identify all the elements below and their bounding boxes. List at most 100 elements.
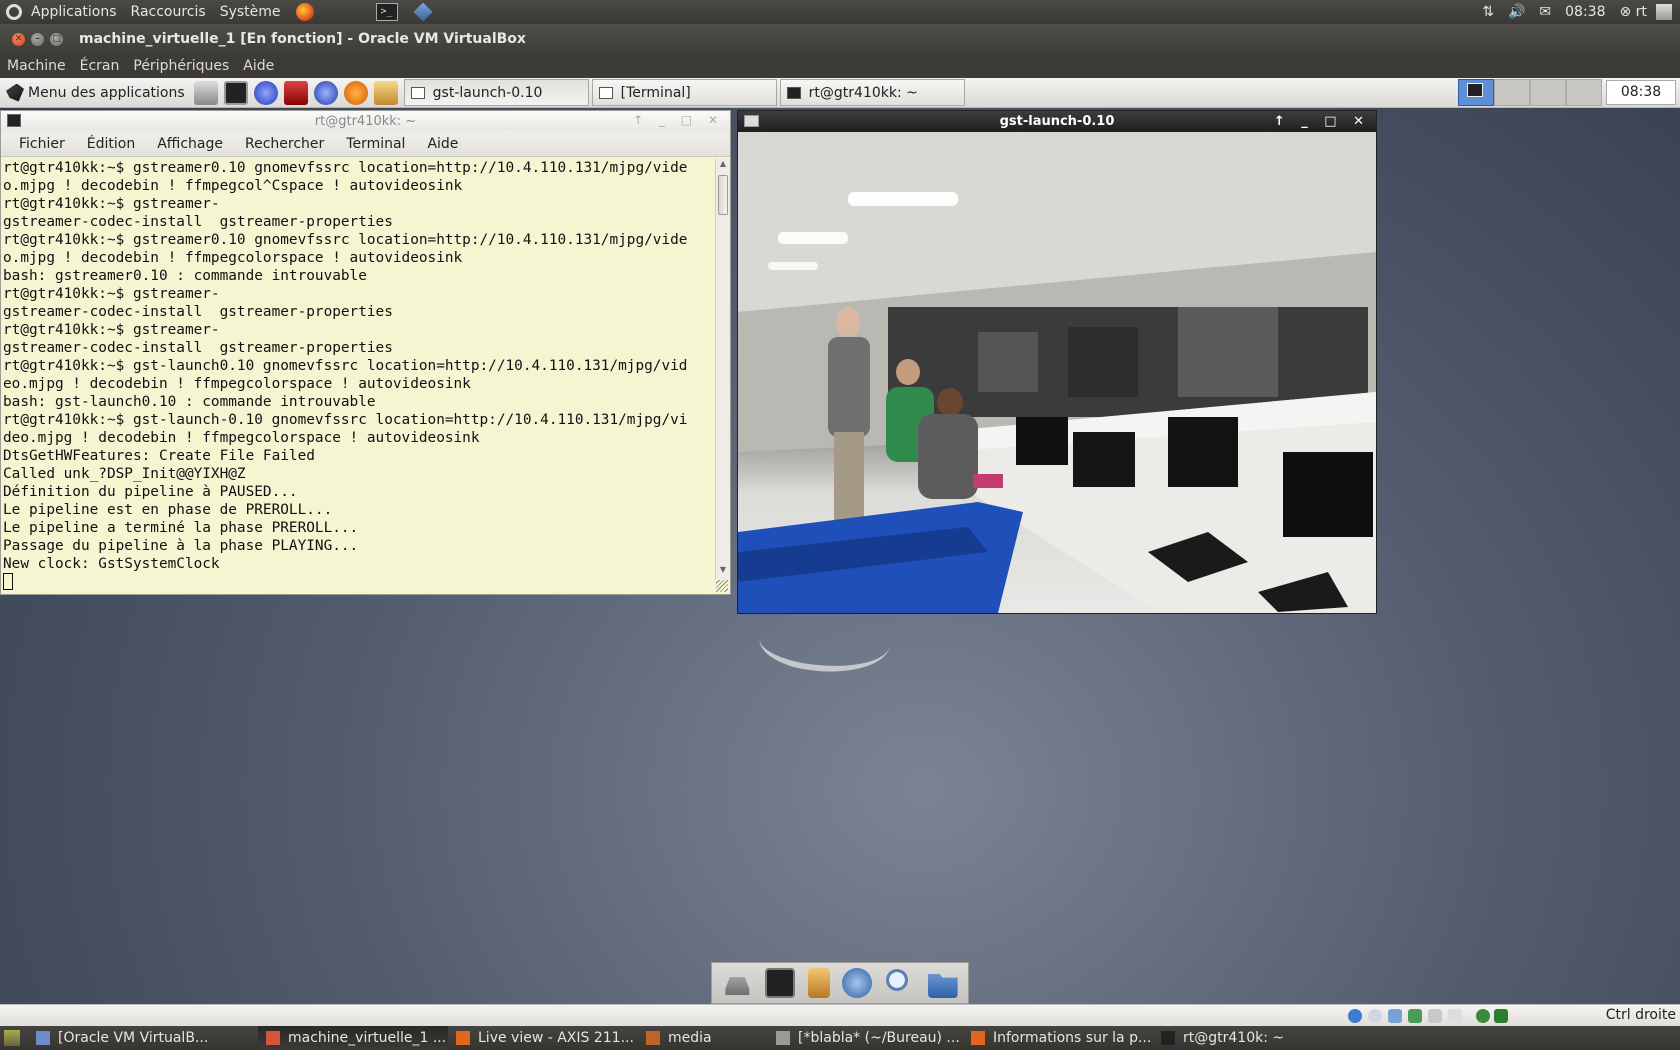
optical-drive-icon[interactable] [1368, 1009, 1382, 1023]
logout-launcher-icon[interactable] [193, 80, 218, 105]
terminal-line: rt@gtr410kk:~$ gst-launch0.10 gnomevfssr… [3, 358, 688, 374]
web-launcher-icon[interactable] [313, 80, 338, 105]
workspace-4[interactable] [1566, 79, 1602, 106]
terminal-menu-terminal[interactable]: Terminal [335, 136, 416, 152]
host-task-item[interactable]: rt@gtr410k: ~ [1153, 1026, 1323, 1050]
vbox-menu-ecran[interactable]: Écran [73, 58, 127, 74]
host-task-item[interactable]: Live view - AXIS 211... [448, 1026, 638, 1050]
host-task-label: machine_virtuelle_1 ... [288, 1030, 447, 1046]
terminal-line: rt@gtr410kk:~$ gst-launch-0.10 gnomevfss… [3, 412, 688, 428]
network-icon[interactable]: ⇅ [1482, 4, 1494, 20]
terminal-line: Le pipeline a terminé la phase PREROLL..… [3, 520, 359, 536]
window-controls[interactable]: ↑ _ □ ✕ [1274, 111, 1370, 132]
terminal-line: Passage du pipeline à la phase PLAYING..… [3, 538, 359, 554]
terminal-menu-rechercher[interactable]: Rechercher [234, 136, 335, 152]
host-task-item[interactable]: [Oracle VM VirtualB... [28, 1026, 258, 1050]
firefox-icon [456, 1031, 470, 1045]
terminal-menubar: Fichier Édition Affichage Rechercher Ter… [1, 131, 730, 157]
vbox-status-bar: Ctrl droite [0, 1004, 1680, 1026]
terminal-title: rt@gtr410kk: ~ [314, 113, 417, 129]
web-browser-icon[interactable] [842, 968, 873, 998]
terminal-menu-aide[interactable]: Aide [416, 136, 469, 152]
terminal-menu-fichier[interactable]: Fichier [1, 136, 76, 152]
terminal-scrollbar[interactable]: ▲ ▼ [715, 159, 730, 579]
folder-icon[interactable] [927, 974, 958, 998]
vbox-menu-aide[interactable]: Aide [236, 58, 281, 74]
host-task-label: Live view - AXIS 211... [478, 1030, 634, 1046]
terminal-line: o.mjpg ! decodebin ! ffmpegcolorspace ! … [3, 250, 463, 266]
app-launcher-icon[interactable] [283, 80, 308, 105]
terminal-launcher-icon[interactable] [223, 80, 248, 105]
gst-titlebar[interactable]: gst-launch-0.10 ↑ _ □ ✕ [738, 111, 1376, 132]
volume-icon[interactable]: 🔊 [1508, 4, 1525, 20]
terminal-line: bash: gst-launch0.10 : commande introuva… [3, 394, 376, 410]
user-status-icon: ⊗ [1619, 4, 1632, 20]
terminal-output[interactable]: rt@gtr410kk:~$ gstreamer0.10 gnomevfssrc… [1, 159, 715, 594]
terminal-icon[interactable] [764, 968, 795, 998]
display-icon[interactable] [1448, 1009, 1462, 1023]
host-task-item[interactable]: media [638, 1026, 768, 1050]
host-menu-raccourcis[interactable]: Raccourcis [124, 4, 213, 20]
host-menu-systeme[interactable]: Système [213, 4, 288, 20]
host-task-item[interactable]: Informations sur la p... [963, 1026, 1153, 1050]
scroll-up-icon[interactable]: ▲ [716, 159, 730, 173]
terminal-line: o.mjpg ! decodebin ! ffmpegcol^Cspace ! … [3, 178, 463, 194]
classroom-camera-image [738, 132, 1376, 613]
host-clock[interactable]: 08:38 [1565, 4, 1605, 20]
resize-grip-icon[interactable] [716, 580, 728, 592]
workspace-1[interactable] [1458, 79, 1494, 106]
file-manager-icon[interactable] [807, 968, 830, 998]
terminal-line: rt@gtr410kk:~$ gstreamer- [3, 322, 220, 338]
scroll-down-icon[interactable]: ▼ [716, 565, 730, 579]
shared-folders-icon[interactable] [1428, 1009, 1442, 1023]
browser-launcher-icon[interactable] [253, 80, 278, 105]
terminal-line: gstreamer-codec-install gstreamer-proper… [3, 304, 393, 320]
workspace-3[interactable] [1530, 79, 1566, 106]
hard-disk-icon[interactable] [1348, 1009, 1362, 1023]
guest-clock[interactable]: 08:38 [1606, 80, 1676, 105]
text-editor-icon [776, 1031, 790, 1045]
taskbar-item-terminal-minimized[interactable]: [Terminal] [591, 79, 777, 106]
mail-icon[interactable]: ✉ [1539, 4, 1551, 20]
host-task-item[interactable]: machine_virtuelle_1 ... [258, 1026, 448, 1050]
trash-icon[interactable] [1656, 4, 1672, 20]
taskbar-item-terminal[interactable]: rt@gtr410kk: ~ [779, 79, 965, 106]
terminal-launcher-icon[interactable]: >_ [375, 3, 398, 21]
close-icon[interactable]: ✕ [12, 32, 25, 46]
show-desktop-icon[interactable] [4, 1030, 20, 1046]
search-icon[interactable] [884, 968, 915, 998]
terminal-icon [786, 86, 801, 99]
firefox-launcher-icon[interactable] [295, 3, 314, 21]
host-task-item[interactable]: [*blabla* (~/Bureau) ... [768, 1026, 963, 1050]
file-manager-launcher-icon[interactable] [373, 80, 398, 105]
host-task-label: media [668, 1030, 712, 1046]
terminal-window: rt@gtr410kk: ~ ↑ _ □ ✕ Fichier Édition A… [0, 110, 731, 595]
scroll-thumb[interactable] [718, 175, 728, 215]
terminal-icon [598, 86, 613, 99]
minimize-icon[interactable]: – [31, 32, 44, 46]
user-menu[interactable]: ⊗ rt [1619, 4, 1646, 20]
virtualbox-launcher-icon[interactable] [412, 2, 433, 22]
vbox-menu-peripheriques[interactable]: Périphériques [126, 58, 236, 74]
window-controls[interactable]: ↑ _ □ ✕ [633, 113, 724, 127]
terminal-menu-affichage[interactable]: Affichage [146, 136, 234, 152]
usb-icon[interactable] [1388, 1009, 1402, 1023]
taskbar-item-gst-launch[interactable]: gst-launch-0.10 [403, 79, 589, 106]
vbox-menu-machine[interactable]: Machine [0, 58, 73, 74]
firefox-launcher-icon[interactable] [343, 80, 368, 105]
ubuntu-logo-icon[interactable] [6, 4, 22, 20]
terminal-menu-edition[interactable]: Édition [76, 136, 146, 152]
workspace-2[interactable] [1494, 79, 1530, 106]
terminal-titlebar[interactable]: rt@gtr410kk: ~ ↑ _ □ ✕ [1, 111, 730, 131]
drive-icon[interactable] [725, 977, 750, 995]
host-task-label: [Oracle VM VirtualB... [58, 1030, 209, 1046]
network-status-icon[interactable] [1408, 1009, 1422, 1023]
folder-icon [646, 1031, 660, 1045]
host-key-icon[interactable] [1494, 1009, 1508, 1023]
host-menu-applications[interactable]: Applications [24, 4, 124, 20]
applications-menu-button[interactable]: Menu des applications [0, 78, 191, 107]
mouse-integration-icon[interactable] [1476, 1009, 1490, 1023]
taskbar-item-label: [Terminal] [620, 84, 691, 101]
terminal-line: gstreamer-codec-install gstreamer-proper… [3, 214, 393, 230]
maximize-icon[interactable]: □ [50, 32, 63, 46]
